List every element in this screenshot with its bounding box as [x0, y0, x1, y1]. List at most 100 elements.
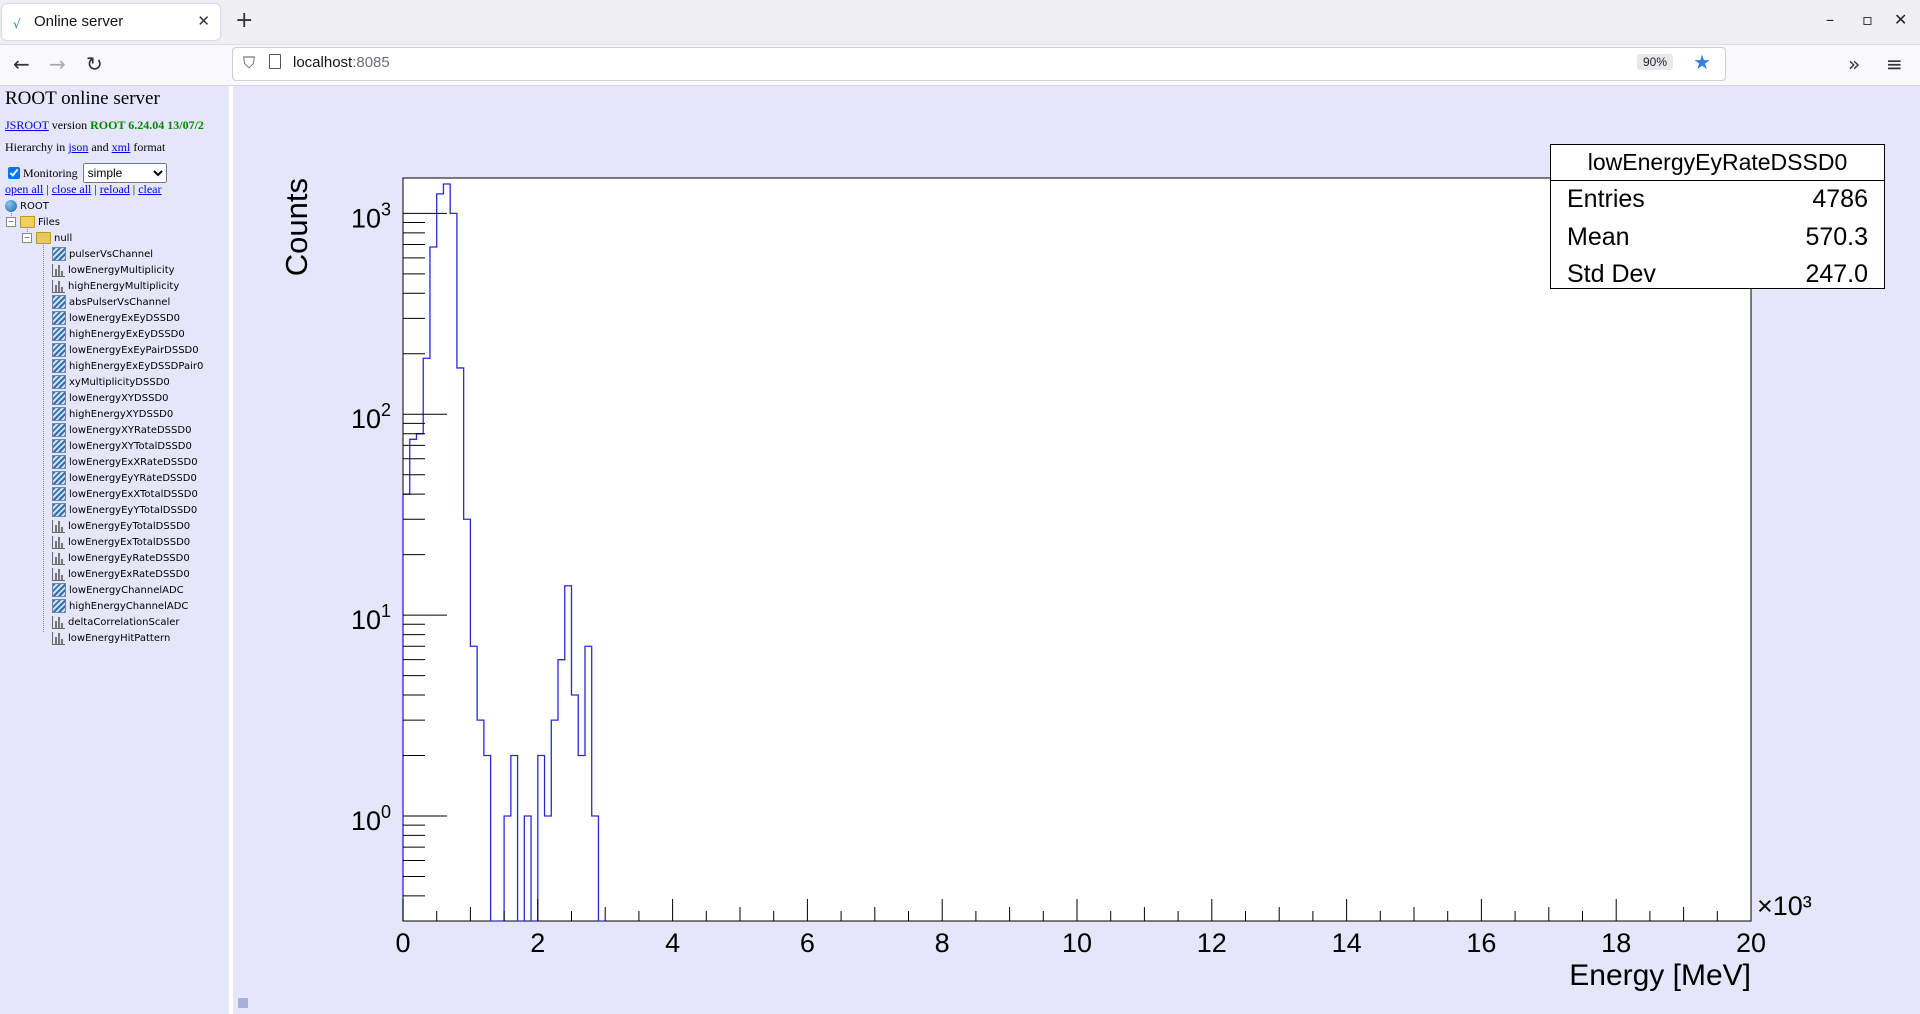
tree-node-histogram[interactable]: lowEnergyXYDSSD0	[52, 390, 169, 406]
histogram-1d-icon	[52, 551, 65, 565]
tree-node-histogram[interactable]: lowEnergyXYRateDSSD0	[52, 422, 191, 438]
y-axis-label: Counts	[279, 178, 314, 276]
histogram-2d-icon	[52, 375, 66, 389]
open-all-link[interactable]: open all	[5, 182, 43, 196]
tree-node-histogram[interactable]: lowEnergyEyTotalDSSD0	[52, 518, 190, 534]
stats-row-entries: Entries 4786	[1567, 185, 1868, 214]
histogram-2d-icon	[52, 503, 66, 517]
histogram-2d-icon	[52, 487, 66, 501]
overflow-chevron-icon[interactable]: »	[1848, 52, 1860, 76]
tree-node-histogram[interactable]: deltaCorrelationScaler	[52, 614, 179, 630]
histogram-1d-icon	[52, 631, 65, 645]
stats-row-stddev: Std Dev 247.0	[1567, 260, 1868, 289]
json-link[interactable]: json	[68, 140, 88, 154]
root-file-icon	[36, 232, 51, 244]
tree-node-histogram[interactable]: xyMultiplicityDSSD0	[52, 374, 170, 390]
scroll-handle[interactable]	[238, 998, 248, 1008]
tree-node-root[interactable]: ROOT	[5, 198, 49, 214]
collapse-toggle-icon[interactable]: −	[6, 217, 16, 227]
tree-node-file[interactable]: − null	[22, 230, 72, 246]
y-tick-label: 103	[351, 199, 391, 233]
tree-label: lowEnergyExTotalDSSD0	[68, 536, 191, 548]
tree-label: lowEnergyChannelADC	[69, 584, 184, 596]
zoom-badge[interactable]: 90%	[1636, 54, 1673, 70]
tree-label: lowEnergyXYDSSD0	[69, 392, 169, 404]
monitoring-checkbox[interactable]	[8, 167, 20, 179]
close-tab-icon[interactable]: ✕	[197, 12, 210, 30]
tree-node-histogram[interactable]: highEnergyChannelADC	[52, 598, 188, 614]
tree-node-histogram[interactable]: lowEnergyEyRateDSSD0	[52, 550, 190, 566]
monitoring-select[interactable]: simple	[82, 163, 167, 183]
url-text[interactable]: localhost:8085	[293, 54, 390, 71]
xml-link[interactable]: xml	[112, 140, 131, 154]
tree-label: lowEnergyXYRateDSSD0	[69, 424, 192, 436]
tree-node-histogram[interactable]: lowEnergyEyYTotalDSSD0	[52, 502, 197, 518]
maximize-icon[interactable]: ▫	[1862, 10, 1873, 29]
tree-label: highEnergyMultiplicity	[68, 280, 180, 292]
tree-node-histogram[interactable]: lowEnergyExXTotalDSSD0	[52, 486, 198, 502]
new-tab-icon[interactable]: +	[235, 8, 253, 33]
tree-label: absPulserVsChannel	[69, 296, 171, 308]
navigation-bar: ← → ↻ ⛉ localhost:8085 90% ★ » ≡	[0, 45, 1920, 86]
x-tick-label: 16	[1466, 928, 1496, 958]
tree-label: lowEnergyEyTotalDSSD0	[68, 520, 191, 532]
collapse-toggle-icon[interactable]: −	[22, 233, 32, 243]
tree-label: lowEnergyExXRateDSSD0	[69, 456, 198, 468]
tree-label: highEnergyExEyDSSDPair0	[69, 360, 204, 372]
forward-icon[interactable]: →	[49, 52, 66, 76]
jsroot-link[interactable]: JSROOT	[5, 118, 49, 132]
histogram-2d-icon	[52, 583, 66, 597]
tree-node-histogram[interactable]: lowEnergyChannelADC	[52, 582, 184, 598]
clear-link[interactable]: clear	[138, 182, 161, 196]
url-bar[interactable]: ⛉ localhost:8085 90% ★	[232, 47, 1726, 81]
reload-link[interactable]: reload	[100, 182, 130, 196]
tree-node-histogram[interactable]: highEnergyExEyDSSDPair0	[52, 358, 203, 374]
url-port: :8085	[352, 54, 390, 71]
tree-node-histogram[interactable]: lowEnergyExTotalDSSD0	[52, 534, 190, 550]
histogram-2d-icon	[52, 455, 66, 469]
tree-node-histogram[interactable]: pulserVsChannel	[52, 246, 153, 262]
reload-icon[interactable]: ↻	[86, 52, 103, 76]
tree-label: lowEnergyXYTotalDSSD0	[69, 440, 192, 452]
y-tick-label: 100	[351, 802, 391, 836]
url-host: localhost	[293, 54, 353, 71]
tree-node-histogram[interactable]: lowEnergyXYTotalDSSD0	[52, 438, 192, 454]
tree-node-histogram[interactable]: absPulserVsChannel	[52, 294, 170, 310]
tree-node-histogram[interactable]: highEnergyExEyDSSD0	[52, 326, 185, 342]
x-axis-multiplier: ×10³	[1757, 891, 1812, 921]
x-tick-label: 4	[665, 928, 680, 958]
tree-node-histogram[interactable]: lowEnergyMultiplicity	[52, 262, 175, 278]
tree-label: pulserVsChannel	[69, 248, 154, 260]
tree-node-histogram[interactable]: lowEnergyHitPattern	[52, 630, 170, 646]
tree-node-histogram[interactable]: lowEnergyExEyDSSD0	[52, 310, 180, 326]
x-tick-label: 20	[1736, 928, 1766, 958]
tree-node-histogram[interactable]: highEnergyXYDSSD0	[52, 406, 173, 422]
stats-value: 247.0	[1805, 260, 1868, 288]
x-tick-label: 12	[1197, 928, 1227, 958]
minimize-icon[interactable]: –	[1826, 10, 1834, 29]
tab-online-server[interactable]: √ Online server ✕	[2, 4, 220, 40]
stats-box[interactable]: lowEnergyEyRateDSSD0 Entries 4786 Mean 5…	[1550, 144, 1885, 289]
back-icon[interactable]: ←	[13, 52, 30, 76]
drawing-canvas[interactable]: 0 2 4 6 8 10 12 14 16 18 20 100 101 102 103 Energy [MeV…	[233, 86, 1920, 1014]
tree-label: lowEnergyHitPattern	[68, 632, 171, 644]
menu-icon[interactable]: ≡	[1886, 52, 1903, 76]
close-all-link[interactable]: close all	[52, 182, 92, 196]
bookmark-star-icon[interactable]: ★	[1693, 50, 1711, 74]
tree-node-files[interactable]: − Files	[6, 214, 60, 230]
tree-node-histogram[interactable]: lowEnergyExXRateDSSD0	[52, 454, 198, 470]
tree-node-histogram[interactable]: lowEnergyExEyPairDSSD0	[52, 342, 199, 358]
tree-label: xyMultiplicityDSSD0	[69, 376, 170, 388]
folder-open-icon	[20, 216, 35, 228]
tree-node-histogram[interactable]: lowEnergyExRateDSSD0	[52, 566, 190, 582]
version-line: JSROOT version ROOT 6.24.04 13/07/2	[5, 118, 204, 133]
tree-node-histogram[interactable]: highEnergyMultiplicity	[52, 278, 179, 294]
close-window-icon[interactable]: ✕	[1894, 10, 1907, 29]
stats-label: Mean	[1567, 223, 1630, 251]
y-tick-base: 10	[351, 404, 381, 434]
tree-node-histogram[interactable]: lowEnergyEyYRateDSSD0	[52, 470, 197, 486]
shield-icon[interactable]: ⛉	[243, 53, 255, 73]
histogram-2d-icon	[52, 327, 66, 341]
x-tick-label: 6	[800, 928, 815, 958]
tab-bar: √ Online server ✕ + – ▫ ✕	[0, 0, 1920, 45]
